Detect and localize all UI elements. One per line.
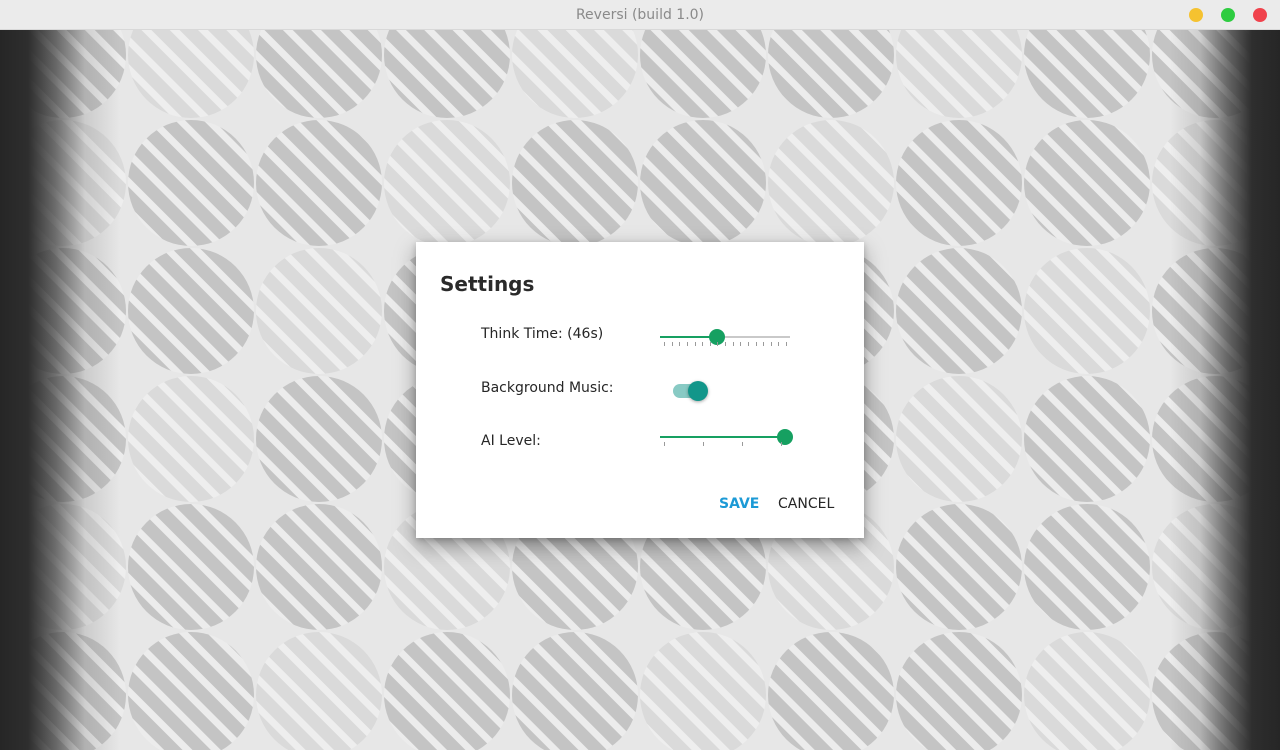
board-disc bbox=[384, 120, 510, 246]
board-disc bbox=[1024, 504, 1150, 630]
slider-tick bbox=[672, 342, 673, 346]
board-disc bbox=[896, 30, 1022, 118]
window-title: Reversi (build 1.0) bbox=[575, 7, 705, 23]
board-disc bbox=[1024, 248, 1150, 374]
left-edge-shadow bbox=[0, 30, 120, 750]
background-music-label: Background Music: bbox=[481, 380, 614, 396]
slider-tick bbox=[778, 342, 779, 346]
right-edge-shadow bbox=[1170, 30, 1280, 750]
board-disc bbox=[1024, 376, 1150, 502]
slider-tick bbox=[679, 342, 680, 346]
ai-level-slider[interactable] bbox=[660, 427, 793, 447]
slider-tick bbox=[771, 342, 772, 346]
slider-tick bbox=[695, 342, 696, 346]
slider-tick bbox=[717, 342, 718, 346]
slider-tick bbox=[763, 342, 764, 346]
board-disc bbox=[512, 120, 638, 246]
board-disc bbox=[768, 30, 894, 118]
slider-tick bbox=[703, 442, 704, 446]
slider-tick bbox=[702, 342, 703, 346]
board-disc bbox=[768, 632, 894, 750]
board-disc bbox=[256, 376, 382, 502]
slider-tick bbox=[740, 342, 741, 346]
slider-tick bbox=[664, 342, 665, 346]
board-disc bbox=[128, 248, 254, 374]
board-disc bbox=[128, 376, 254, 502]
title-bar: Reversi (build 1.0) bbox=[0, 0, 1280, 30]
slider-tick bbox=[664, 442, 665, 446]
slider-tick bbox=[756, 342, 757, 346]
toggle-thumb[interactable] bbox=[688, 381, 708, 401]
app-window: Reversi (build 1.0) Settings Think Time: bbox=[0, 0, 1280, 750]
cancel-button[interactable]: CANCEL bbox=[778, 496, 834, 512]
slider-tick bbox=[781, 442, 782, 446]
board-disc bbox=[384, 30, 510, 118]
ai-level-slider-fill bbox=[660, 436, 785, 438]
board-disc bbox=[1024, 120, 1150, 246]
board-disc bbox=[384, 632, 510, 750]
board-disc bbox=[256, 30, 382, 118]
slider-tick bbox=[710, 342, 711, 346]
slider-tick bbox=[742, 442, 743, 446]
board-disc bbox=[256, 120, 382, 246]
board-disc bbox=[896, 504, 1022, 630]
settings-dialog: Settings Think Time: (46s) Background Mu… bbox=[416, 242, 864, 538]
slider-tick bbox=[687, 342, 688, 346]
board-disc bbox=[1024, 30, 1150, 118]
slider-tick bbox=[725, 342, 726, 346]
slider-tick bbox=[733, 342, 734, 346]
background-music-toggle[interactable] bbox=[673, 380, 709, 402]
slider-tick bbox=[748, 342, 749, 346]
maximize-button[interactable] bbox=[1221, 8, 1235, 22]
save-button[interactable]: SAVE bbox=[719, 496, 759, 512]
board-disc bbox=[256, 632, 382, 750]
board-disc bbox=[768, 120, 894, 246]
board-disc bbox=[128, 504, 254, 630]
board-disc bbox=[896, 248, 1022, 374]
ai-level-label: AI Level: bbox=[481, 433, 541, 449]
board-disc bbox=[640, 632, 766, 750]
board-disc bbox=[640, 30, 766, 118]
board-disc bbox=[256, 248, 382, 374]
minimize-button[interactable] bbox=[1189, 8, 1203, 22]
close-button[interactable] bbox=[1253, 8, 1267, 22]
slider-tick bbox=[786, 342, 787, 346]
board-disc bbox=[896, 376, 1022, 502]
board-disc bbox=[640, 120, 766, 246]
board-disc bbox=[1024, 632, 1150, 750]
board-disc bbox=[896, 120, 1022, 246]
board-disc bbox=[896, 632, 1022, 750]
board-disc bbox=[128, 632, 254, 750]
think-time-label: Think Time: (46s) bbox=[481, 326, 604, 342]
ai-level-slider-thumb[interactable] bbox=[777, 429, 793, 445]
board-disc bbox=[512, 632, 638, 750]
dialog-title: Settings bbox=[440, 272, 535, 296]
think-time-slider[interactable] bbox=[660, 327, 790, 347]
board-disc bbox=[128, 120, 254, 246]
board-disc bbox=[512, 30, 638, 118]
board-disc bbox=[256, 504, 382, 630]
board-disc bbox=[128, 30, 254, 118]
